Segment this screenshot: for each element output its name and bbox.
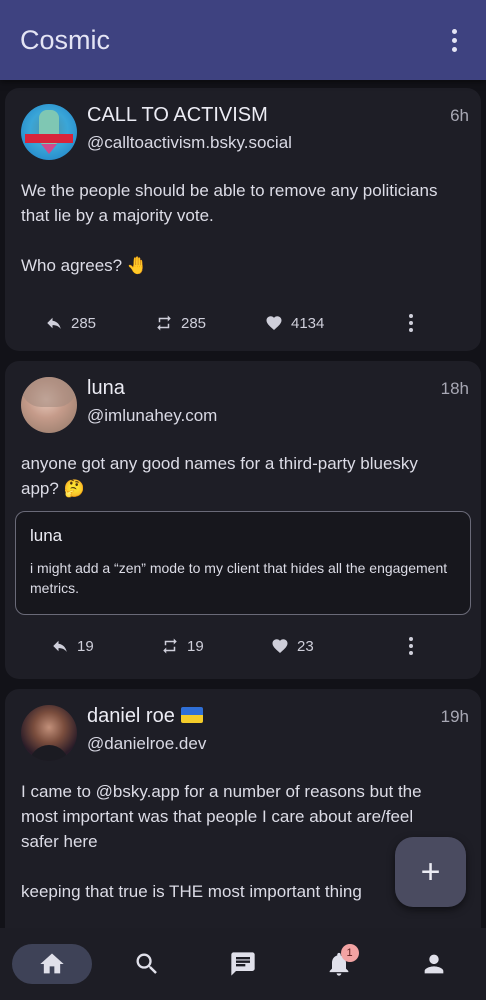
avatar[interactable] (21, 104, 77, 160)
like-count: 4134 (291, 314, 325, 332)
post-author-handle[interactable]: @danielroe.dev (87, 734, 469, 754)
repost-button[interactable]: 19 (161, 637, 271, 655)
post-more-icon[interactable] (409, 314, 413, 332)
reply-button[interactable]: 285 (45, 314, 155, 332)
post-time: 18h (440, 378, 469, 398)
post-text: We the people should be able to remove a… (21, 181, 438, 225)
quoted-author-name: luna (30, 526, 63, 545)
more-vert-icon[interactable] (442, 20, 466, 60)
post-time: 6h (450, 105, 469, 125)
notification-badge: 1 (340, 944, 359, 962)
post-text: anyone got any good names for a third-pa… (21, 454, 418, 498)
compose-button[interactable]: + (395, 837, 466, 907)
post-author-handle[interactable]: @calltoactivism.bsky.social (87, 133, 469, 153)
post-author-name[interactable]: luna (87, 377, 125, 400)
app-title: Cosmic (20, 24, 111, 55)
post-text: keeping that true is THE most important … (21, 882, 362, 901)
reply-icon (47, 317, 61, 329)
post-author-name[interactable]: daniel roe (87, 705, 203, 728)
avatar[interactable] (21, 377, 77, 433)
post-more-icon[interactable] (409, 637, 413, 655)
post-actions: 19 19 23 (21, 615, 469, 677)
post-author-handle[interactable]: @imlunahey.com (87, 406, 469, 426)
nav-notifications[interactable]: 1 (299, 944, 379, 984)
reply-count: 285 (71, 314, 97, 332)
home-icon (40, 953, 64, 974)
reply-count: 19 (77, 637, 94, 655)
post-body: anyone got any good names for a third-pa… (21, 451, 469, 501)
chat-icon (231, 952, 255, 976)
repost-count: 19 (187, 637, 204, 655)
nav-profile[interactable] (394, 944, 474, 984)
repost-icon (163, 638, 177, 654)
person-icon (424, 954, 444, 974)
avatar[interactable] (21, 705, 77, 761)
search-icon (136, 953, 158, 974)
repost-icon (157, 315, 171, 331)
post-body: We the people should be able to remove a… (21, 178, 469, 278)
nav-search[interactable] (107, 944, 187, 984)
post-card[interactable]: CALL TO ACTIVISM 6h @calltoactivism.bsky… (5, 88, 481, 351)
post-feed[interactable]: CALL TO ACTIVISM 6h @calltoactivism.bsky… (0, 80, 486, 928)
heart-icon (266, 316, 282, 331)
nav-messages[interactable] (203, 944, 283, 984)
app-bar: Cosmic (0, 0, 486, 80)
post-actions: 285 285 4134 (21, 292, 469, 354)
reply-icon (53, 640, 67, 652)
post-author-name[interactable]: CALL TO ACTIVISM (87, 104, 268, 127)
quoted-post[interactable]: luna i might add a “zen” mode to my clie… (15, 511, 471, 615)
repost-count: 285 (181, 314, 207, 332)
like-button[interactable]: 23 (271, 637, 391, 655)
plus-icon: + (420, 853, 441, 891)
heart-icon (272, 639, 288, 654)
nav-home[interactable] (11, 944, 92, 984)
bottom-nav: 1 (0, 928, 486, 1000)
quoted-text: i might add a “zen” mode to my client th… (30, 560, 448, 596)
like-button[interactable]: 4134 (265, 314, 385, 332)
repost-button[interactable]: 285 (155, 314, 265, 332)
like-count: 23 (297, 637, 314, 655)
post-text: I came to @bsky.app for a number of reas… (21, 782, 422, 851)
post-time: 19h (440, 706, 469, 726)
post-text: Who agrees? 🤚 (21, 256, 149, 275)
ukraine-flag-icon (180, 707, 203, 723)
post-card[interactable]: luna 18h @imlunahey.com anyone got any g… (5, 361, 481, 679)
reply-button[interactable]: 19 (51, 637, 161, 655)
author-name-text: daniel roe (87, 705, 175, 727)
